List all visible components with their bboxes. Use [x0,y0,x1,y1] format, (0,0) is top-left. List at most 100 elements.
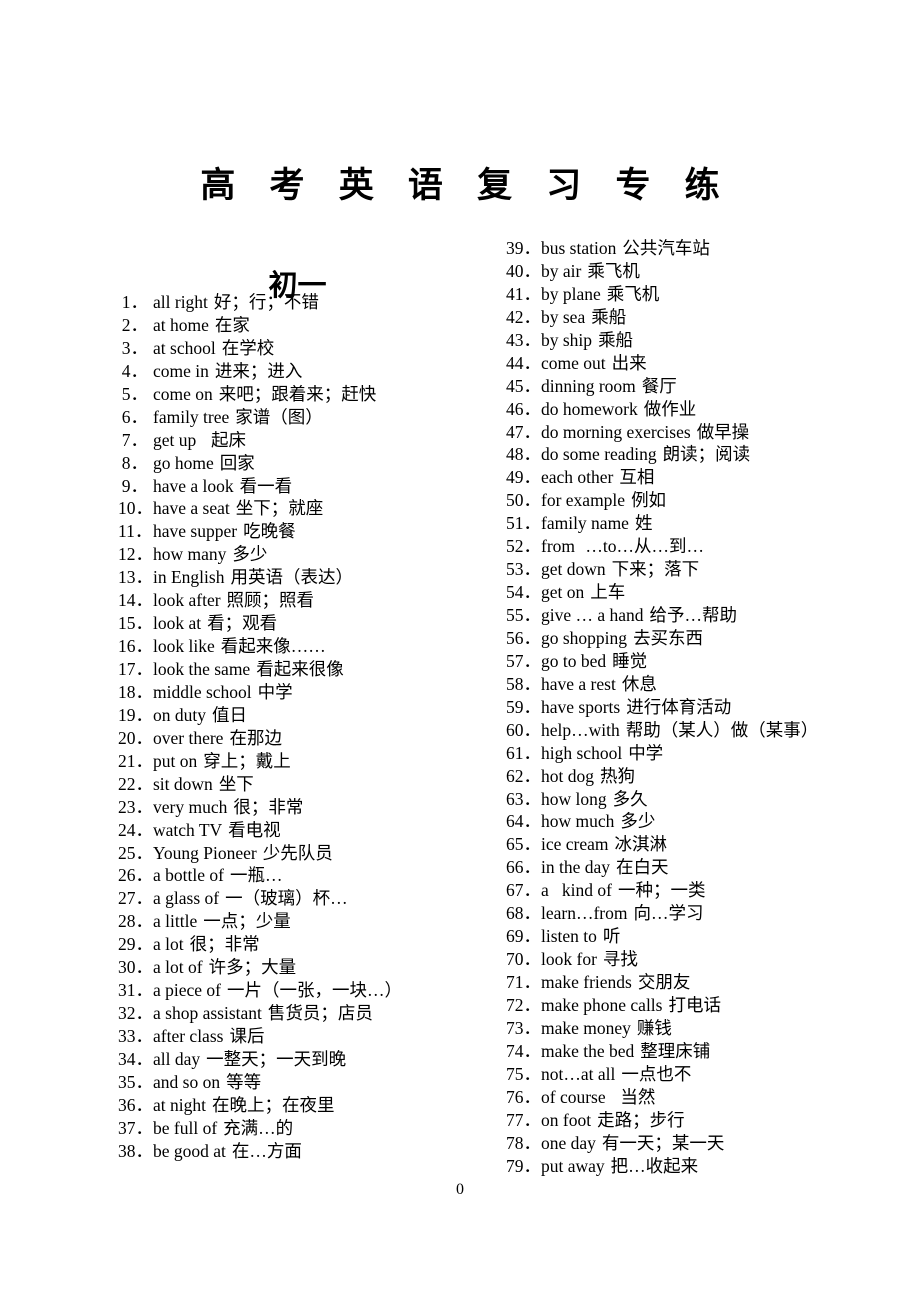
entry-number: 2． [121,314,148,335]
page-title: 高 考 英 语 复 习 专 练 [200,166,731,207]
entry-term: have a seat [153,498,230,519]
entry-gloss: 用英语（表达） [230,567,353,588]
vocabulary-entry: 6． family tree 家谱（图） [118,406,508,429]
vocabulary-entry: 1． all right 好；行；不错 [118,291,508,314]
entry-number: 26． [118,865,153,886]
entry-number: 32． [118,1003,153,1024]
entry-term: go home [153,452,214,473]
entry-number: 11． [118,521,153,542]
entry-gloss: 乘飞机 [606,283,660,304]
entry-number: 77． [506,1109,541,1130]
entry-term: get up [153,429,197,450]
vocabulary-entry: 57． go to bed 睡觉 [506,650,906,673]
entry-number: 21． [118,750,153,771]
vocabulary-entry: 33． after class 课后 [118,1025,508,1048]
entry-number: 75． [506,1063,541,1084]
entry-gloss: 向…学习 [633,903,704,924]
entry-term: on duty [153,704,206,725]
entry-gloss: 下来；落下 [611,559,700,580]
entry-term: go shopping [541,627,628,648]
entry-number: 37． [118,1117,153,1138]
entry-term: a little [153,911,198,932]
entry-number: 78． [506,1132,541,1153]
entry-term: look for [541,949,597,970]
entry-number: 68． [506,903,541,924]
entry-gloss: 一点也不 [621,1063,692,1084]
entry-number: 70． [506,949,541,970]
entry-term: for example [541,490,626,511]
vocabulary-entry: 26． a bottle of 一瓶… [118,864,508,887]
vocabulary-entry: 77． on foot 走路；步行 [506,1109,906,1132]
entry-term: a bottle of [153,865,224,886]
entry-number: 57． [506,650,541,671]
vocabulary-entry: 38． be good at 在…方面 [118,1140,508,1163]
vocabulary-entry: 73． make money 赚钱 [506,1017,906,1040]
entry-term: at night [153,1094,206,1115]
vocabulary-entry: 35． and so on 等等 [118,1071,508,1094]
vocabulary-entry: 2． at home 在家 [118,314,508,337]
entry-term: make money [541,1017,631,1038]
entry-number: 66． [506,857,541,878]
vocabulary-entry: 74． make the bed 整理床铺 [506,1040,906,1063]
entry-number: 31． [118,980,153,1001]
entry-number: 16． [118,636,153,657]
entry-term: a kind of [541,880,612,901]
entry-gloss: 来吧；跟着来；赶快 [218,383,377,404]
entry-number: 46． [506,398,541,419]
vocabulary-entry: 45． dinning room 餐厅 [506,375,906,398]
vocabulary-entry: 29． a lot 很；非常 [118,933,508,956]
entry-number: 48． [506,444,541,465]
entry-term: all right [153,292,208,312]
vocabulary-entry: 39． bus station 公共汽车站 [506,237,906,260]
entry-number: 6． [121,406,148,427]
entry-gloss: 做早操 [696,421,750,442]
entry-number: 13． [118,567,153,588]
vocabulary-entry: 63． how long 多久 [506,788,906,811]
entry-number: 45． [506,375,541,396]
entry-term: at home [153,314,209,335]
entry-gloss: 乘船 [591,306,627,327]
entry-term: have supper [153,521,238,542]
entry-number: 17． [118,659,153,679]
vocabulary-entry: 65． ice cream 冰淇淋 [506,833,906,856]
entry-term: go to bed [541,650,607,671]
vocabulary-entry: 7． get up 起床 [118,429,508,452]
entry-gloss: 一（玻璃）杯… [225,888,348,909]
vocabulary-entry: 54． get on 上车 [506,581,906,604]
entry-gloss: 在晚上；在夜里 [211,1094,335,1115]
vocabulary-entry: 76． of course 当然 [506,1086,906,1109]
entry-term: make friends [541,972,632,992]
entry-term: dinning room [541,375,636,396]
entry-gloss: 乘飞机 [587,260,640,281]
entry-gloss: 家谱（图） [235,406,323,427]
entry-number: 64． [506,811,541,832]
entry-number: 35． [118,1071,153,1092]
vocabulary-entry: 3． at school 在学校 [118,337,508,360]
entry-gloss: 寻找 [602,949,638,970]
entry-term: Young Pioneer [153,842,257,863]
entry-term: make the bed [541,1040,635,1061]
entry-number: 72． [506,994,541,1015]
vocabulary-entry: 79． put away 把…收起来 [506,1155,906,1178]
vocabulary-entry: 59． have sports 进行体育活动 [506,696,906,719]
entry-term: put on [153,750,198,771]
entry-gloss: 吃晚餐 [243,521,296,542]
vocabulary-entry: 9． have a look 看一看 [118,475,508,498]
entry-gloss: 看电视 [228,819,281,840]
entry-term: a shop assistant [153,1003,262,1024]
vocabulary-entry: 55． give … a hand 给予…帮助 [506,604,906,627]
entry-term: learn…from [541,903,628,924]
vocabulary-entry: 32． a shop assistant 售货员；店员 [118,1002,508,1025]
entry-gloss: 进行体育活动 [626,696,732,717]
entry-term: after class [153,1026,224,1046]
vocabulary-entry: 78． one day 有一天；某一天 [506,1132,906,1155]
entry-number: 40． [506,260,541,281]
entry-term: give … a hand [541,605,644,625]
vocabulary-entry: 23． very much 很；非常 [118,796,508,819]
entry-gloss: 少先队员 [262,842,333,863]
entry-term: come in [153,360,209,381]
vocabulary-column-left: 1． all right 好；行；不错 2． at home 在家 3． at school 在… [118,291,508,1163]
entry-number: 51． [506,513,541,534]
entry-term: look at [153,613,202,634]
entry-number: 62． [506,765,541,786]
